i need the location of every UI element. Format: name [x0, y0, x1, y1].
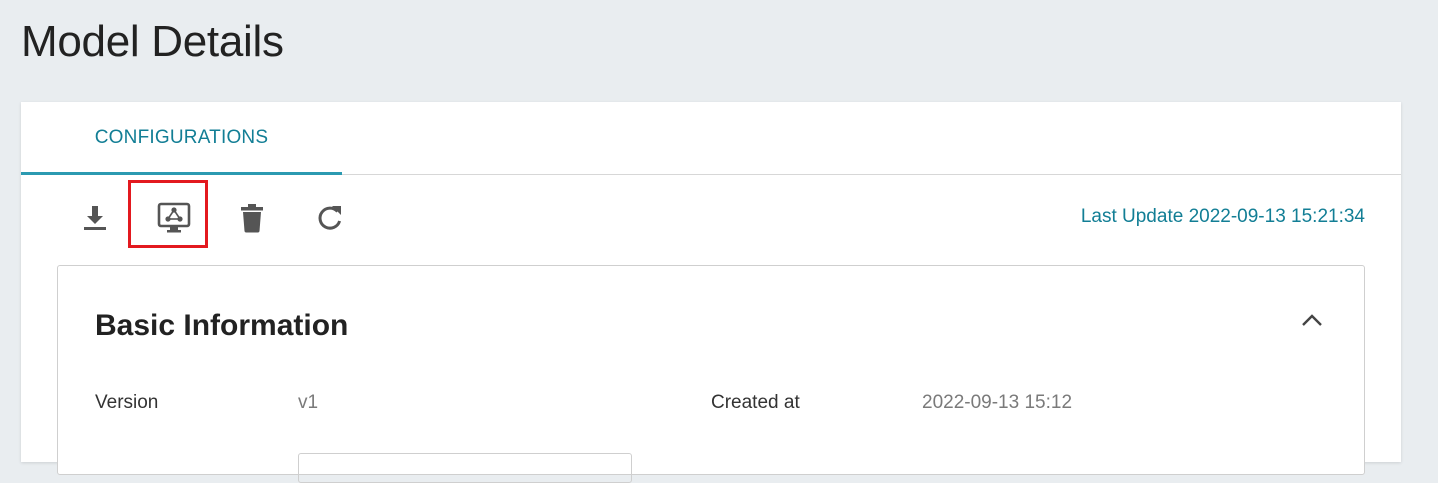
collapse-button[interactable]	[1298, 308, 1326, 336]
model-details-card: CONFIGURATIONS Last Update 2022-09-13 15…	[21, 102, 1401, 483]
chevron-up-icon	[1301, 313, 1323, 332]
created-at-value: 2022-09-13 15:12	[922, 392, 1073, 413]
created-at-label: Created at	[711, 392, 800, 413]
download-icon	[82, 204, 108, 232]
version-value: v1	[298, 392, 319, 413]
tab-bar: CONFIGURATIONS	[21, 102, 1401, 175]
page-title: Model Details	[21, 17, 284, 66]
active-tab-indicator	[21, 172, 342, 175]
last-update-timestamp: Last Update 2022-09-13 15:21:34	[1080, 206, 1365, 227]
tab-configurations[interactable]: CONFIGURATIONS	[21, 102, 342, 175]
description-field[interactable]	[298, 453, 632, 483]
basic-information-panel: Basic Information Version v1 Created at …	[57, 265, 1365, 483]
delete-button[interactable]	[228, 198, 276, 238]
trash-icon	[240, 203, 264, 233]
version-label: Version	[95, 392, 159, 413]
download-button[interactable]	[71, 198, 119, 238]
refresh-button[interactable]	[306, 198, 354, 238]
section-title: Basic Information	[95, 309, 349, 342]
refresh-icon	[316, 204, 344, 232]
tab-configurations-label: CONFIGURATIONS	[94, 127, 269, 148]
highlight-box	[128, 180, 208, 248]
